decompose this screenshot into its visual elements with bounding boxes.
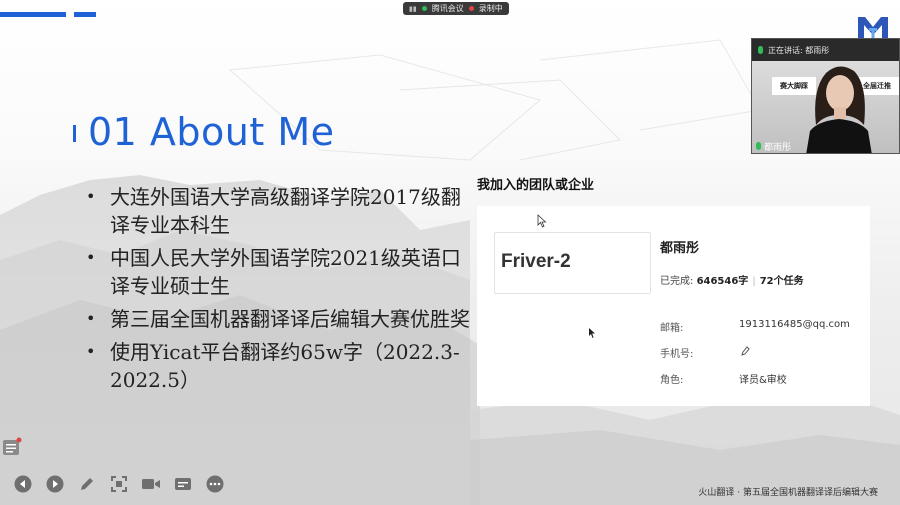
stats-divider: | [752,276,756,287]
bullet-text: 中国人民大学外国语学院2021级英语口译专业硕士生 [110,246,461,298]
chat-list-icon[interactable] [2,437,22,457]
team-section-heading: 我加入的团队或企业 [477,178,595,193]
user-stats: 已完成: 646546字 | 72个任务 [660,272,804,287]
tasks-value: 72个任务 [759,276,804,287]
bullet-text: 使用Yicat平台翻译约65w字（2022.3-2022.5） [110,340,460,392]
more-button[interactable] [204,473,225,494]
slide-stage: ▮▮ 腾讯会议 录制中 01 About Me • 大连外国语大学高级翻译学院20… [0,0,900,505]
bullet-text: 第三届全国机器翻译译后编辑大赛优胜奖 [110,307,470,331]
accent-bar-short [74,12,96,17]
participant-name: 都雨彤 [764,142,792,153]
bullet-item: • 中国人民大学外国语学院2021级英语口译专业硕士生 [84,244,479,300]
camera-button[interactable] [140,473,161,494]
more-icon [206,475,223,492]
meeting-dot-icon [421,6,427,11]
slide-title: 01 About Me [88,110,335,154]
mic-icon [758,46,763,54]
mic-icon [756,142,761,150]
caption-icon [174,477,191,490]
team-name: Friver-2 [501,251,571,272]
pen-icon [80,477,93,490]
prev-slide-button[interactable] [12,473,33,494]
meeting-status-bar[interactable]: ▮▮ 腾讯会议 录制中 [403,2,509,15]
next-slide-button[interactable] [44,473,65,494]
competition-logo-icon [858,17,888,38]
bullet-text: 大连外国语大学高级翻译学院2017级翻译专业本科生 [110,185,461,237]
participant-silhouette [806,66,872,153]
signal-icon: ▮▮ [409,4,417,13]
phone-label: 手机号: [660,349,694,360]
edit-pencil-icon[interactable] [740,345,750,357]
bullet-item: • 使用Yicat平台翻译约65w字（2022.3-2022.5） [84,338,479,394]
done-value: 646546字 [696,276,749,287]
user-name: 都雨彤 [660,241,700,256]
bullet-item: • 第三届全国机器翻译译后编辑大赛优胜奖 [84,305,479,333]
speaking-indicator: 正在讲话: 都雨彤 [752,39,899,61]
about-me-bullets: • 大连外国语大学高级翻译学院2017级翻译专业本科生 • 中国人民大学外国语学院2… [84,183,479,399]
bullet-dot-icon: • [86,309,96,328]
prev-icon [14,475,31,492]
mouse-pointer-icon [589,328,595,338]
done-label: 已完成: [660,276,694,287]
bullet-dot-icon: • [86,187,96,206]
speaking-label: 正在讲话: 都雨彤 [768,45,830,55]
meeting-app-label: 腾讯会议 [431,4,464,13]
next-icon [46,475,63,492]
role-value: 译员&审校 [739,375,787,386]
bullet-item: • 大连外国语大学高级翻译学院2017级翻译专业本科生 [84,183,479,239]
screenshot-icon [110,475,127,492]
title-marker [73,125,76,142]
camera-icon [141,478,160,489]
accent-bar-long [0,12,66,17]
role-label: 角色: [660,375,684,386]
speaker-video-tile[interactable]: 正在讲话: 都雨彤 赛大脚踩 全届迁推 都雨彤 [751,38,900,154]
bullet-dot-icon: • [86,342,96,361]
email-value: 1913116485@qq.com [739,319,850,330]
bullet-dot-icon: • [86,248,96,267]
mouse-pointer-icon [537,214,547,228]
record-label: 录制中 [478,4,503,13]
team-profile-card: Friver-2 都雨彤 已完成: 646546字 | 72个任务 邮箱: 1913… [477,206,870,406]
screenshot-button[interactable] [108,473,129,494]
participant-name-tag: 都雨彤 [752,139,791,153]
caption-button[interactable] [172,473,193,494]
pen-button[interactable] [76,473,97,494]
slide-footer: 火山翻译 · 第五届全国机器翻译译后编辑大赛 [698,488,878,498]
email-label: 邮箱: [660,323,684,334]
slideshow-toolbar [12,473,225,494]
record-dot-icon [468,6,474,11]
